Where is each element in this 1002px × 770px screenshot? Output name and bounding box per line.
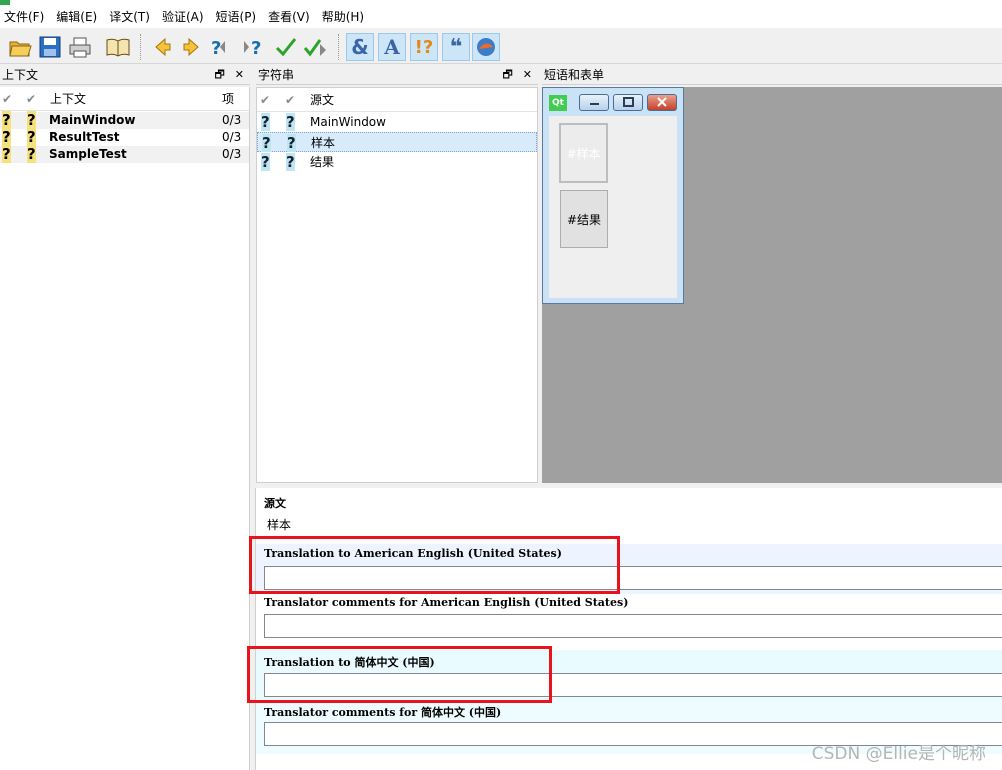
strings-header-source[interactable]: 源文: [310, 88, 334, 112]
context-dock-title-text: 上下文: [2, 68, 39, 82]
close-icon[interactable]: [647, 94, 677, 111]
source-text: 样本: [267, 518, 292, 532]
question-icon: ?: [27, 111, 36, 129]
context-header: ✔ ✔ 上下文 项: [0, 87, 249, 111]
comments-en-section: Translator comments for American English…: [256, 594, 1002, 646]
form-preview-client: #样本 #结果: [549, 116, 677, 298]
close-icon[interactable]: ✕: [235, 68, 244, 81]
next-unfinished-icon[interactable]: ?: [240, 33, 268, 61]
context-count: 0/3: [222, 130, 242, 144]
context-header-count[interactable]: 项: [222, 87, 234, 111]
watermark: CSDN @Ellie是个昵称: [811, 744, 986, 764]
question-icon: ?: [27, 128, 36, 146]
context-row[interactable]: ? ? ResultTest 0/3: [0, 128, 249, 146]
question-icon: ?: [27, 145, 36, 163]
string-row[interactable]: ? ? MainWindow: [257, 112, 537, 132]
question-icon: ?: [261, 113, 270, 131]
float-icon[interactable]: 🗗: [214, 68, 224, 81]
context-row[interactable]: ? ? MainWindow 0/3: [0, 111, 249, 129]
close-icon[interactable]: ✕: [523, 68, 532, 81]
comments-zh-label: Translator comments for 简体中文 (中国): [264, 706, 502, 719]
strings-list: ✔ ✔ 源文 ? ? MainWindow ? ? 样本 ? ? 结果: [256, 87, 538, 483]
question-icon: ?: [287, 134, 296, 152]
check-icon: ✔: [285, 93, 296, 107]
forms-dock-title: 短语和表单: [542, 65, 1002, 85]
comments-en-label: Translator comments for American English…: [264, 596, 629, 609]
check-icon: ✔: [260, 93, 271, 107]
maximize-icon[interactable]: [613, 94, 643, 111]
context-count: 0/3: [222, 147, 242, 161]
translation-editor: 源文 样本 Translation to American English (U…: [255, 488, 1002, 770]
context-name: MainWindow: [49, 113, 136, 127]
question-icon: ?: [262, 134, 271, 152]
strings-dock-title-text: 字符串: [258, 68, 295, 82]
minimize-icon[interactable]: [579, 94, 609, 111]
done-next-icon[interactable]: [302, 33, 330, 61]
strings-dock-title: 字符串 🗗 ✕: [256, 65, 538, 85]
question-icon: ?: [286, 113, 295, 131]
question-icon: ?: [261, 153, 270, 171]
strings-header: ✔ ✔ 源文: [257, 88, 537, 112]
annotation-box: [247, 646, 552, 703]
forms-dock-title-text: 短语和表单: [544, 68, 605, 82]
surrounding-whitespace-icon[interactable]: [472, 33, 500, 61]
sample-button[interactable]: #样本: [559, 123, 608, 183]
phrase-check-icon[interactable]: !?: [410, 33, 438, 61]
float-icon[interactable]: 🗗: [502, 68, 512, 81]
form-preview-titlebar: Qt: [543, 88, 683, 114]
context-list: ✔ ✔ 上下文 项 ? ? MainWindow 0/3 ? ? ResultT…: [0, 87, 250, 770]
context-name: SampleTest: [49, 147, 127, 161]
print-icon[interactable]: [66, 33, 94, 61]
string-text: 结果: [310, 155, 335, 169]
accelerator-check-icon[interactable]: &: [346, 33, 374, 61]
context-row[interactable]: ? ? SampleTest 0/3: [0, 145, 249, 163]
save-icon[interactable]: [36, 33, 64, 61]
prev-unfinished-icon[interactable]: ?: [208, 33, 236, 61]
prev-icon[interactable]: [148, 33, 176, 61]
menu-help[interactable]: 帮助(H): [318, 6, 372, 28]
context-dock-title: 上下文 🗗 ✕: [0, 65, 250, 85]
string-text: MainWindow: [310, 115, 386, 129]
question-icon: ?: [2, 145, 11, 163]
question-icon: ?: [286, 153, 295, 171]
result-button[interactable]: #结果: [560, 190, 608, 248]
menu-edit[interactable]: 编辑(E): [52, 6, 105, 28]
string-row[interactable]: ? ? 结果: [257, 152, 537, 172]
menu-file[interactable]: 文件(F): [0, 6, 52, 28]
question-icon: ?: [2, 128, 11, 146]
svg-text:?: ?: [251, 38, 261, 58]
open-icon[interactable]: [6, 33, 34, 61]
menu-phrases[interactable]: 短语(P): [212, 6, 265, 28]
phrasebook-icon[interactable]: [104, 33, 132, 61]
check-icon: ✔: [2, 92, 13, 106]
qt-logo: Qt: [549, 95, 567, 111]
toolbar: ? ? & A !? ❝: [0, 30, 1002, 64]
context-header-name[interactable]: 上下文: [50, 87, 86, 111]
string-text: 样本: [311, 136, 336, 150]
menubar: 文件(F) 编辑(E) 译文(T) 验证(A) 短语(P) 查看(V) 帮助(H…: [0, 6, 1002, 28]
menu-validation[interactable]: 验证(A): [158, 6, 212, 28]
comments-en-field[interactable]: [264, 614, 1002, 638]
next-icon[interactable]: [178, 33, 206, 61]
placemarker-check-icon[interactable]: ❝: [442, 33, 470, 61]
annotation-box: [249, 536, 620, 594]
toolbar-separator: [140, 34, 142, 60]
menu-view[interactable]: 查看(V): [264, 6, 318, 28]
app-icon: [0, 0, 10, 5]
check-icon: ✔: [26, 92, 37, 106]
toolbar-separator: [338, 34, 340, 60]
punctuation-check-icon[interactable]: A: [378, 33, 406, 61]
svg-text:?: ?: [211, 38, 221, 58]
context-count: 0/3: [222, 113, 242, 127]
form-preview-window: Qt #样本 #结果: [542, 87, 684, 304]
source-label: 源文: [264, 497, 286, 510]
context-name: ResultTest: [49, 130, 120, 144]
string-row[interactable]: ? ? 样本: [257, 132, 537, 152]
question-icon: ?: [2, 111, 11, 129]
done-icon[interactable]: [272, 33, 300, 61]
menu-translation[interactable]: 译文(T): [105, 6, 158, 28]
